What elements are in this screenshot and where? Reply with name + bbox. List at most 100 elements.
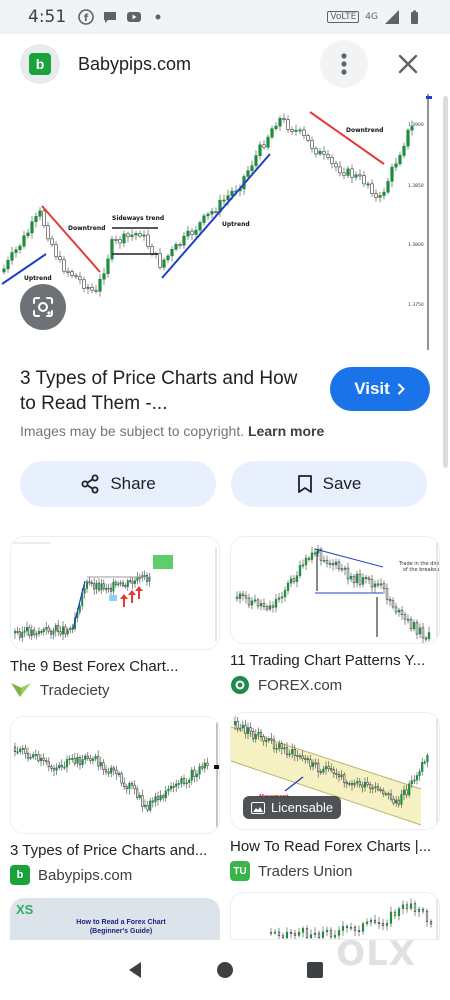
candle-body [130, 783, 134, 786]
candle-body [384, 793, 387, 796]
network-type: 4G [365, 12, 378, 22]
back-icon[interactable] [125, 960, 145, 980]
related-title[interactable]: 3 Types of Price Charts and... [10, 842, 220, 859]
related-result-6[interactable] [230, 892, 440, 940]
candle-body [370, 579, 374, 588]
candle-body [246, 727, 250, 734]
candle-body [13, 631, 16, 634]
related-thumbnail[interactable] [10, 536, 220, 650]
candle-body [335, 773, 338, 775]
candle-body [74, 275, 78, 278]
candle-body [427, 632, 431, 639]
related-result-2[interactable]: Trade in the direction of the breakout 1… [230, 536, 440, 695]
scrollbar[interactable] [443, 96, 448, 468]
candle-body [22, 235, 26, 247]
candle-body [110, 587, 113, 592]
candle-body [402, 145, 406, 156]
xs-logo: XS [16, 902, 34, 917]
candle-body [32, 754, 35, 758]
candle-body [174, 244, 178, 250]
related-thumbnail[interactable]: Movement Licensable [230, 712, 440, 830]
related-thumbnail[interactable]: Trade in the direction of the breakout [230, 536, 440, 644]
candle-body [98, 278, 102, 292]
related-thumbnail[interactable] [230, 892, 440, 940]
more-vert-icon [341, 53, 347, 75]
related-source[interactable]: Tradeciety [10, 681, 220, 699]
related-source-name: Tradeciety [40, 681, 110, 699]
licensable-badge[interactable]: Licensable [243, 796, 342, 819]
site-name[interactable]: Babypips.com [78, 54, 191, 75]
candle-body [154, 796, 157, 802]
candle-body [71, 758, 74, 760]
candle-body [120, 773, 123, 784]
candle-body [310, 552, 314, 560]
candle-body [325, 929, 329, 933]
candle-body [201, 766, 204, 769]
candle-body [271, 605, 275, 608]
candle-body [88, 581, 91, 584]
licensable-label: Licensable [271, 800, 334, 815]
close-button[interactable] [392, 48, 424, 80]
candle-body [78, 276, 82, 281]
share-button[interactable]: Share [20, 461, 216, 507]
related-title[interactable]: The 9 Best Forex Chart... [10, 658, 220, 675]
chart-label-downtrend-right: Downtrend [346, 127, 383, 134]
candle-body [250, 600, 254, 606]
related-result-5[interactable]: XS How to Read a Forex Chart (Beginner's… [10, 898, 220, 940]
related-source[interactable]: TU Traders Union [230, 861, 440, 881]
related-source[interactable]: FOREX.com [230, 675, 440, 695]
candle-body [68, 758, 71, 760]
google-lens-button[interactable] [20, 284, 66, 330]
candle-body [142, 234, 146, 237]
candle-body [395, 799, 398, 804]
candle-body [265, 606, 269, 610]
candle-body [402, 789, 406, 795]
candle-body [93, 583, 96, 590]
candle-body [122, 582, 125, 586]
candle-body [236, 720, 239, 729]
related-result-4[interactable]: Movement Licensable How To Read Forex Ch… [230, 712, 440, 881]
candle-body [397, 609, 401, 613]
candle-body [381, 922, 385, 926]
candle-body [162, 795, 165, 799]
candle-body [302, 129, 306, 136]
candle-body [330, 156, 334, 164]
candle-body [33, 629, 36, 635]
result-title[interactable]: 3 Types of Price Charts and How to Read … [20, 366, 310, 416]
candle-body [112, 767, 115, 771]
visit-button[interactable]: Visit [330, 367, 430, 411]
candle-body [386, 181, 390, 193]
candle-body [130, 234, 134, 237]
candle-body [21, 632, 24, 638]
svg-text:of the breakout: of the breakout [403, 567, 440, 573]
related-thumbnail[interactable]: XS How to Read a Forex Chart (Beginner's… [10, 898, 220, 940]
candle-body [413, 779, 416, 782]
candle-body [52, 630, 55, 635]
candle-body [202, 215, 206, 223]
candle-body [342, 172, 346, 176]
home-icon[interactable] [215, 960, 235, 980]
related-thumbnail[interactable] [10, 716, 220, 834]
recents-icon[interactable] [305, 960, 325, 980]
candle-body [198, 766, 201, 775]
candle-body [166, 255, 170, 261]
more-options-button[interactable] [320, 40, 368, 88]
related-result-3[interactable]: 3 Types of Price Charts and... b Babypip… [10, 716, 220, 885]
related-title[interactable]: How To Read Forex Charts |... [230, 838, 440, 855]
candle-body [47, 627, 50, 632]
related-result-1[interactable]: The 9 Best Forex Chart... Tradeciety [10, 536, 220, 699]
save-label: Save [322, 474, 362, 493]
candle-body [393, 911, 397, 917]
candle-body [104, 769, 108, 773]
candle-body [426, 754, 429, 763]
candle-body [254, 155, 258, 166]
site-logo[interactable]: b [20, 44, 60, 84]
candle-body [138, 233, 142, 237]
related-source[interactable]: b Babypips.com [10, 865, 220, 885]
candle-body [35, 633, 38, 636]
candle-body [349, 926, 353, 929]
candle-body [350, 782, 354, 786]
learn-more-link[interactable]: Learn more [248, 423, 324, 439]
save-button[interactable]: Save [231, 461, 427, 507]
related-title[interactable]: 11 Trading Chart Patterns Y... [230, 652, 440, 669]
